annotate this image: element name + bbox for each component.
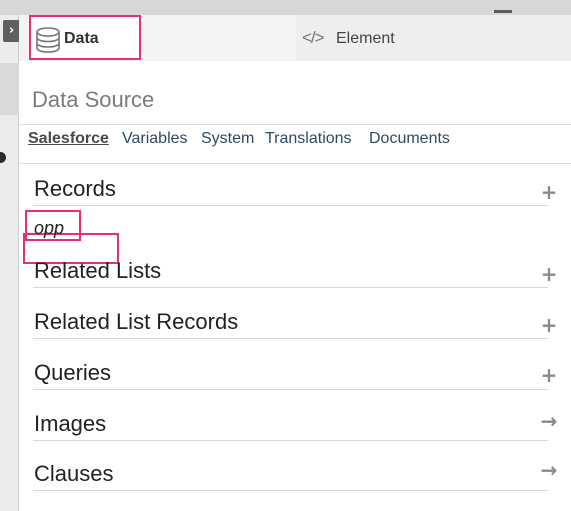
group-divider (33, 287, 548, 288)
subtab-variables[interactable]: Variables (122, 130, 188, 148)
tab-data[interactable]: Data (29, 15, 141, 60)
group-divider (33, 440, 548, 441)
subtab-translations[interactable]: Translations (265, 130, 352, 148)
top-toolbar-strip (0, 0, 571, 15)
data-panel: Data </> Element Data Source Salesforce … (19, 15, 571, 511)
group-records-label: Records (34, 176, 116, 201)
group-related-list-records-label: Related List Records (34, 309, 239, 334)
code-icon: </> (302, 28, 325, 47)
group-related-lists-label: Related Lists (34, 258, 162, 283)
data-source-title: Data Source (32, 87, 155, 112)
group-divider (33, 338, 548, 339)
database-icon (36, 27, 60, 53)
plus-icon[interactable]: + (540, 264, 558, 284)
plus-icon[interactable]: + (540, 315, 558, 335)
group-images-label: Images (34, 411, 107, 436)
arrow-right-icon[interactable]: → (540, 460, 558, 480)
collapse-panel-button[interactable]: › (3, 20, 20, 42)
panel-tabs: Data </> Element (19, 15, 571, 61)
subtab-documents[interactable]: Documents (369, 130, 450, 148)
left-rail (0, 15, 19, 511)
group-divider (33, 389, 548, 390)
group-queries-label: Queries (34, 360, 112, 385)
chevron-right-icon: › (8, 23, 15, 38)
group-divider (33, 205, 548, 206)
tab-element-label: Element (336, 30, 395, 47)
subtab-salesforce[interactable]: Salesforce (28, 130, 109, 148)
group-clauses-label: Clauses (34, 461, 114, 486)
tab-element[interactable]: </> Element (296, 15, 571, 61)
group-divider (33, 490, 548, 491)
plus-icon[interactable]: + (540, 182, 558, 202)
arrow-right-icon[interactable]: → (540, 411, 558, 431)
plus-icon[interactable]: + (540, 365, 558, 385)
left-rail-shade (0, 63, 19, 115)
subtab-system[interactable]: System (201, 130, 254, 148)
divider (19, 163, 571, 164)
toolbar-mark (494, 10, 512, 13)
record-item-opp[interactable]: opp (34, 218, 64, 239)
tab-data-label: Data (64, 30, 99, 47)
